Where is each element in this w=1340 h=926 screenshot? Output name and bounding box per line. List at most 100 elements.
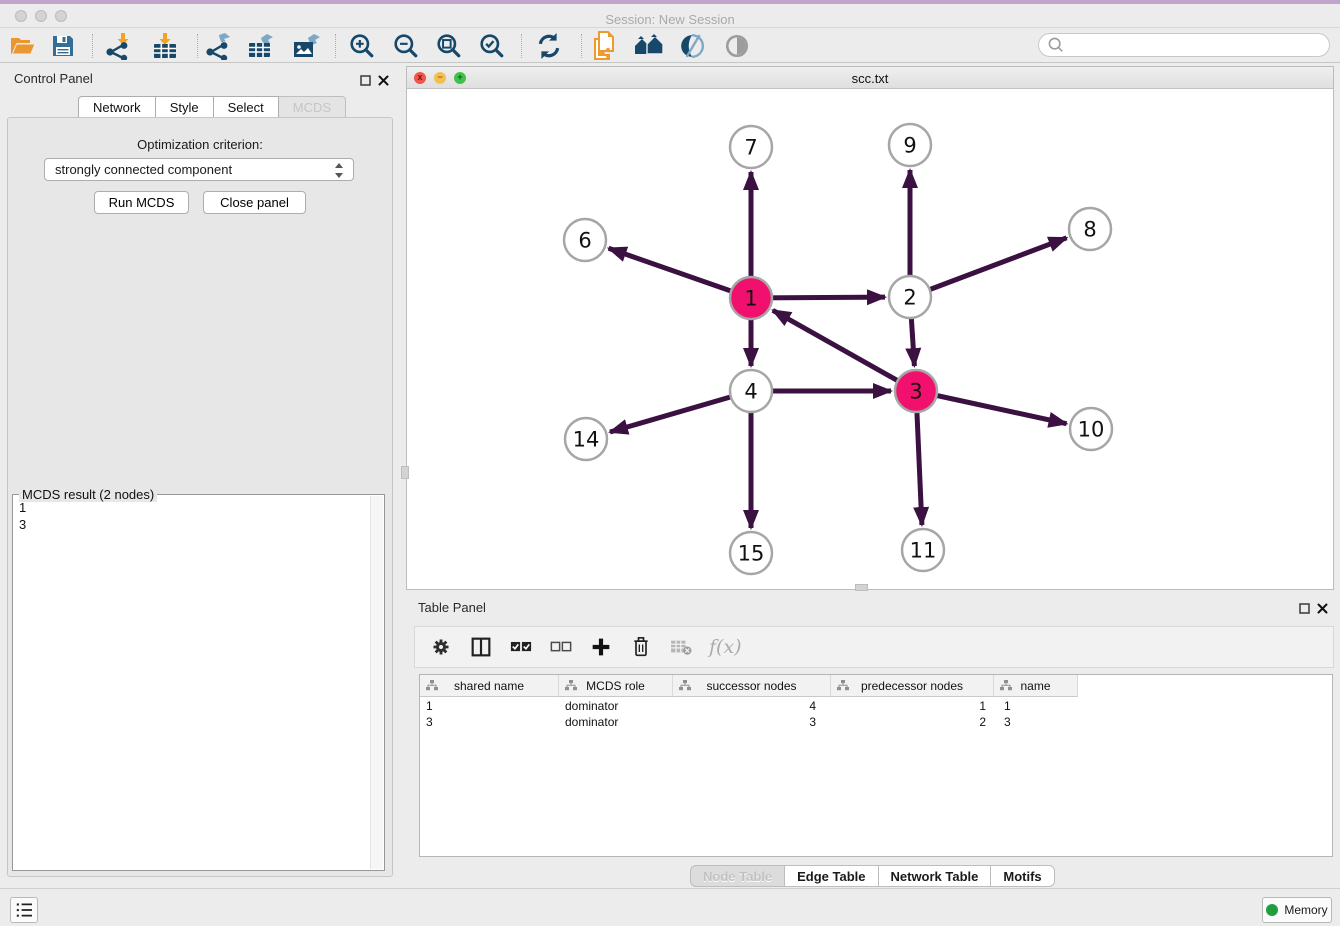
mcds-result-list[interactable]: 13 [19, 499, 26, 533]
table-header-row: shared nameMCDS rolesuccessor nodesprede… [420, 675, 1078, 697]
table-panel-float-icon[interactable] [1299, 601, 1310, 619]
tab-motifs[interactable]: Motifs [991, 865, 1054, 887]
graph-node-label-6: 6 [578, 229, 591, 253]
table-panel-close-icon[interactable] [1317, 601, 1328, 619]
cell-shared-name[interactable]: 3 [420, 714, 559, 730]
toolbar-separator [92, 34, 93, 58]
clone-network-icon[interactable] [590, 31, 620, 61]
select-all-rows-icon[interactable] [509, 635, 533, 659]
cell-MCDS-role[interactable]: dominator [559, 714, 673, 730]
graph-node-label-4: 4 [744, 380, 757, 404]
tab-mcds[interactable]: MCDS [279, 96, 346, 118]
network-canvas[interactable]: 7968124314101511 [407, 89, 1333, 589]
memory-status-dot [1266, 904, 1278, 916]
graph-node-label-2: 2 [903, 286, 916, 310]
toolbar-separator [521, 34, 522, 58]
delete-table-icon [669, 635, 693, 659]
hierarchy-icon [565, 680, 577, 691]
tab-edge-table[interactable]: Edge Table [785, 865, 878, 887]
import-network-icon[interactable] [103, 31, 133, 61]
close-panel-button[interactable]: Close panel [203, 191, 306, 214]
cell-predecessor-nodes[interactable]: 1 [831, 698, 994, 714]
tab-style[interactable]: Style [156, 96, 214, 118]
graph-node-label-7: 7 [744, 136, 757, 160]
graph-edge-2-8[interactable] [910, 238, 1067, 297]
graph-node-label-8: 8 [1083, 218, 1096, 242]
apply-layout-icon[interactable] [534, 31, 564, 61]
column-header-shared-name[interactable]: shared name [420, 675, 559, 697]
control-panel-float-icon[interactable] [360, 73, 371, 91]
control-panel-close-icon[interactable] [378, 73, 389, 91]
criterion-dropdown[interactable]: strongly connected component [44, 158, 354, 181]
control-panel-title: Control Panel [14, 71, 93, 86]
hierarchy-icon [1000, 680, 1012, 691]
cell-name[interactable]: 1 [994, 698, 1078, 714]
horizontal-splitter-grip[interactable] [855, 584, 868, 591]
search-input[interactable] [1069, 36, 1329, 54]
window-title: Session: New Session [0, 12, 1340, 27]
open-session-icon[interactable] [8, 31, 38, 61]
column-header-name[interactable]: name [994, 675, 1078, 697]
tab-select[interactable]: Select [214, 96, 279, 118]
export-image-icon[interactable] [291, 31, 321, 61]
zoom-in-icon[interactable] [347, 31, 377, 61]
vertical-splitter-grip[interactable] [401, 466, 409, 479]
table-panel-title: Table Panel [418, 600, 486, 615]
toolbar-separator [197, 34, 198, 58]
graph-node-label-9: 9 [903, 134, 916, 158]
search-box[interactable] [1038, 33, 1330, 57]
cell-MCDS-role[interactable]: dominator [559, 698, 673, 714]
vizmapper-icon[interactable] [677, 31, 707, 61]
column-header-successor-nodes[interactable]: successor nodes [673, 675, 831, 697]
table-toolbar: f(x) [414, 626, 1334, 668]
import-table-icon[interactable] [150, 31, 180, 61]
tab-network[interactable]: Network [78, 96, 156, 118]
graph-node-label-14: 14 [573, 428, 600, 452]
graph-edge-3-1[interactable] [773, 310, 916, 391]
table-settings-gear-icon[interactable] [429, 635, 453, 659]
memory-button-label: Memory [1284, 903, 1327, 917]
column-header-predecessor-nodes[interactable]: predecessor nodes [831, 675, 994, 697]
result-scrollbar[interactable] [370, 496, 383, 869]
tab-network-table[interactable]: Network Table [879, 865, 992, 887]
status-bar: Memory [0, 888, 1340, 926]
tab-node-table[interactable]: Node Table [690, 865, 785, 887]
hierarchy-icon [426, 680, 438, 691]
export-network-icon[interactable] [203, 31, 233, 61]
application-window: Session: New Session [0, 0, 1340, 926]
column-visibility-icon[interactable] [469, 635, 493, 659]
zoom-out-icon[interactable] [391, 31, 421, 61]
table-row[interactable]: 1dominator411 [420, 698, 1078, 714]
delete-column-icon[interactable] [629, 635, 653, 659]
graph-edge-1-6[interactable] [609, 248, 751, 298]
show-all-networks-icon[interactable] [634, 31, 664, 61]
add-column-icon[interactable] [589, 635, 613, 659]
memory-button[interactable]: Memory [1262, 897, 1332, 923]
cell-shared-name[interactable]: 1 [420, 698, 559, 714]
titlebar: Session: New Session [0, 4, 1340, 28]
export-table-icon[interactable] [246, 31, 276, 61]
toolbar-separator [581, 34, 582, 58]
column-header-MCDS-role[interactable]: MCDS role [559, 675, 673, 697]
show-panels-button[interactable] [10, 897, 38, 923]
deselect-all-rows-icon[interactable] [549, 635, 573, 659]
graph-edge-3-10[interactable] [916, 391, 1067, 424]
run-mcds-button[interactable]: Run MCDS [94, 191, 189, 214]
node-table: shared nameMCDS rolesuccessor nodesprede… [419, 674, 1333, 857]
network-window-title: scc.txt [407, 71, 1333, 86]
cell-name[interactable]: 3 [994, 714, 1078, 730]
optimization-criterion-label: Optimization criterion: [7, 137, 393, 152]
cell-successor-nodes[interactable]: 3 [673, 714, 831, 730]
cell-predecessor-nodes[interactable]: 2 [831, 714, 994, 730]
search-icon [1047, 36, 1065, 54]
dropdown-stepper-icon [333, 162, 345, 179]
mcds-result-title: MCDS result (2 nodes) [19, 487, 157, 502]
criterion-value: strongly connected component [55, 162, 232, 177]
zoom-selected-icon[interactable] [477, 31, 507, 61]
save-session-icon[interactable] [48, 31, 78, 61]
main-toolbar [0, 28, 1340, 63]
zoom-fit-icon[interactable] [434, 31, 464, 61]
table-row[interactable]: 3dominator323 [420, 714, 1078, 730]
cell-successor-nodes[interactable]: 4 [673, 698, 831, 714]
result-line: 3 [19, 516, 26, 533]
